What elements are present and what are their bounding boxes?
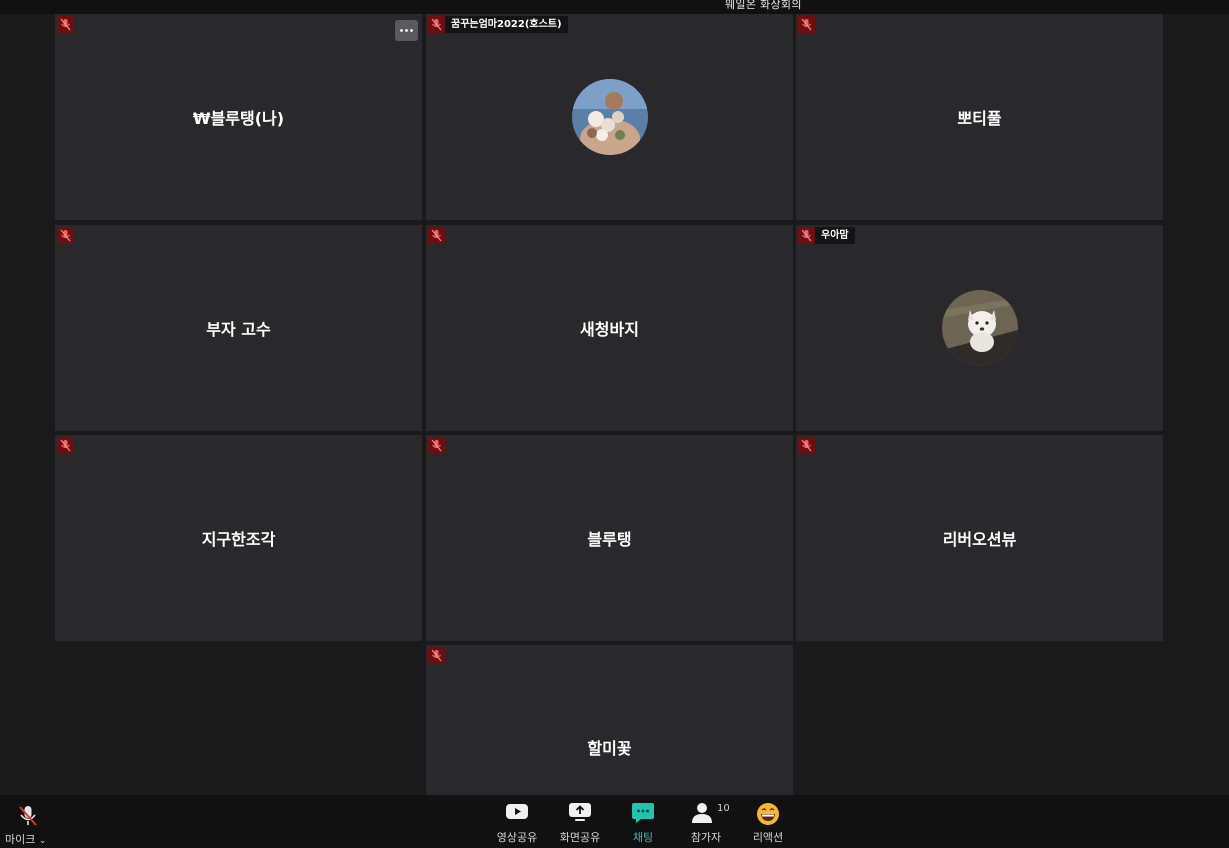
muted-mic-icon xyxy=(428,16,445,33)
ellipsis-icon xyxy=(400,29,413,32)
video-tile[interactable]: 새청바지 xyxy=(426,225,793,431)
person-icon xyxy=(691,802,713,827)
screen-share-icon xyxy=(568,802,592,825)
muted-mic-icon xyxy=(428,647,445,664)
muted-mic-icon xyxy=(798,227,815,244)
participant-name: 할미꽃 xyxy=(587,739,632,758)
video-tile-host[interactable]: 꿈꾸는엄마2022(호스트) xyxy=(426,14,793,220)
participant-nametag: 우아맘 xyxy=(815,227,855,244)
video-share-button[interactable]: 영상공유 xyxy=(491,795,543,848)
top-bar: 웨일온 화상회의 xyxy=(0,0,1229,14)
video-tile[interactable]: 지구한조각 xyxy=(55,435,422,641)
dog-avatar xyxy=(941,290,1018,366)
participant-nametag: 꿈꾸는엄마2022(호스트) xyxy=(445,16,568,33)
participant-name: 블루탱 xyxy=(587,530,632,549)
participant-name: 부자 고수 xyxy=(206,320,271,339)
participants-count: 10 xyxy=(717,803,730,814)
muted-mic-icon xyxy=(57,16,74,33)
video-tile[interactable]: 할미꽃 xyxy=(426,645,793,795)
participant-name: 지구한조각 xyxy=(201,530,276,549)
video-tile-me[interactable]: ₩블루탱(나) xyxy=(55,14,422,220)
muted-mic-icon xyxy=(57,227,74,244)
more-options-button[interactable] xyxy=(395,20,418,41)
video-play-icon xyxy=(505,802,529,823)
muted-mic-icon xyxy=(798,437,815,454)
participants-label: 참가자 xyxy=(690,831,722,844)
muted-mic-icon xyxy=(57,437,74,454)
chat-label: 채팅 xyxy=(632,831,654,844)
bottom-toolbar: 마이크 ⌄ 영상공유 화면공유 채팅 10 참가자 리액션 xyxy=(0,795,1229,848)
participant-name: ₩블루탱(나) xyxy=(192,109,285,128)
screen-share-button[interactable]: 화면공유 xyxy=(554,795,606,848)
mic-toggle-button[interactable]: 마이크 ⌄ xyxy=(2,795,54,848)
video-share-label: 영상공유 xyxy=(496,831,538,844)
video-tile[interactable]: 뽀티풀 xyxy=(796,14,1163,220)
reaction-button[interactable]: 리액션 xyxy=(742,795,794,848)
chat-button[interactable]: 채팅 xyxy=(617,795,669,848)
muted-mic-icon xyxy=(428,227,445,244)
participant-name: 리버오션뷰 xyxy=(942,530,1017,549)
participants-button[interactable]: 10 참가자 xyxy=(680,795,732,848)
muted-mic-icon xyxy=(798,16,815,33)
video-tile[interactable]: 우아맘 xyxy=(796,225,1163,431)
video-tile[interactable]: 리버오션뷰 xyxy=(796,435,1163,641)
laughing-face-icon xyxy=(756,802,780,829)
participant-name: 새청바지 xyxy=(580,320,639,339)
participant-name: 뽀티풀 xyxy=(957,109,1002,128)
reaction-label: 리액션 xyxy=(752,831,784,844)
muted-mic-icon xyxy=(18,805,38,830)
chat-bubble-icon xyxy=(631,802,655,827)
flowers-avatar xyxy=(571,79,648,155)
screen-share-label: 화면공유 xyxy=(559,831,601,844)
chevron-down-icon[interactable]: ⌄ xyxy=(39,836,47,846)
meeting-title: 웨일온 화상회의 xyxy=(725,0,802,11)
video-tile[interactable]: 블루탱 xyxy=(426,435,793,641)
muted-mic-icon xyxy=(428,437,445,454)
video-tile[interactable]: 부자 고수 xyxy=(55,225,422,431)
mic-label: 마이크 ⌄ xyxy=(5,833,47,846)
